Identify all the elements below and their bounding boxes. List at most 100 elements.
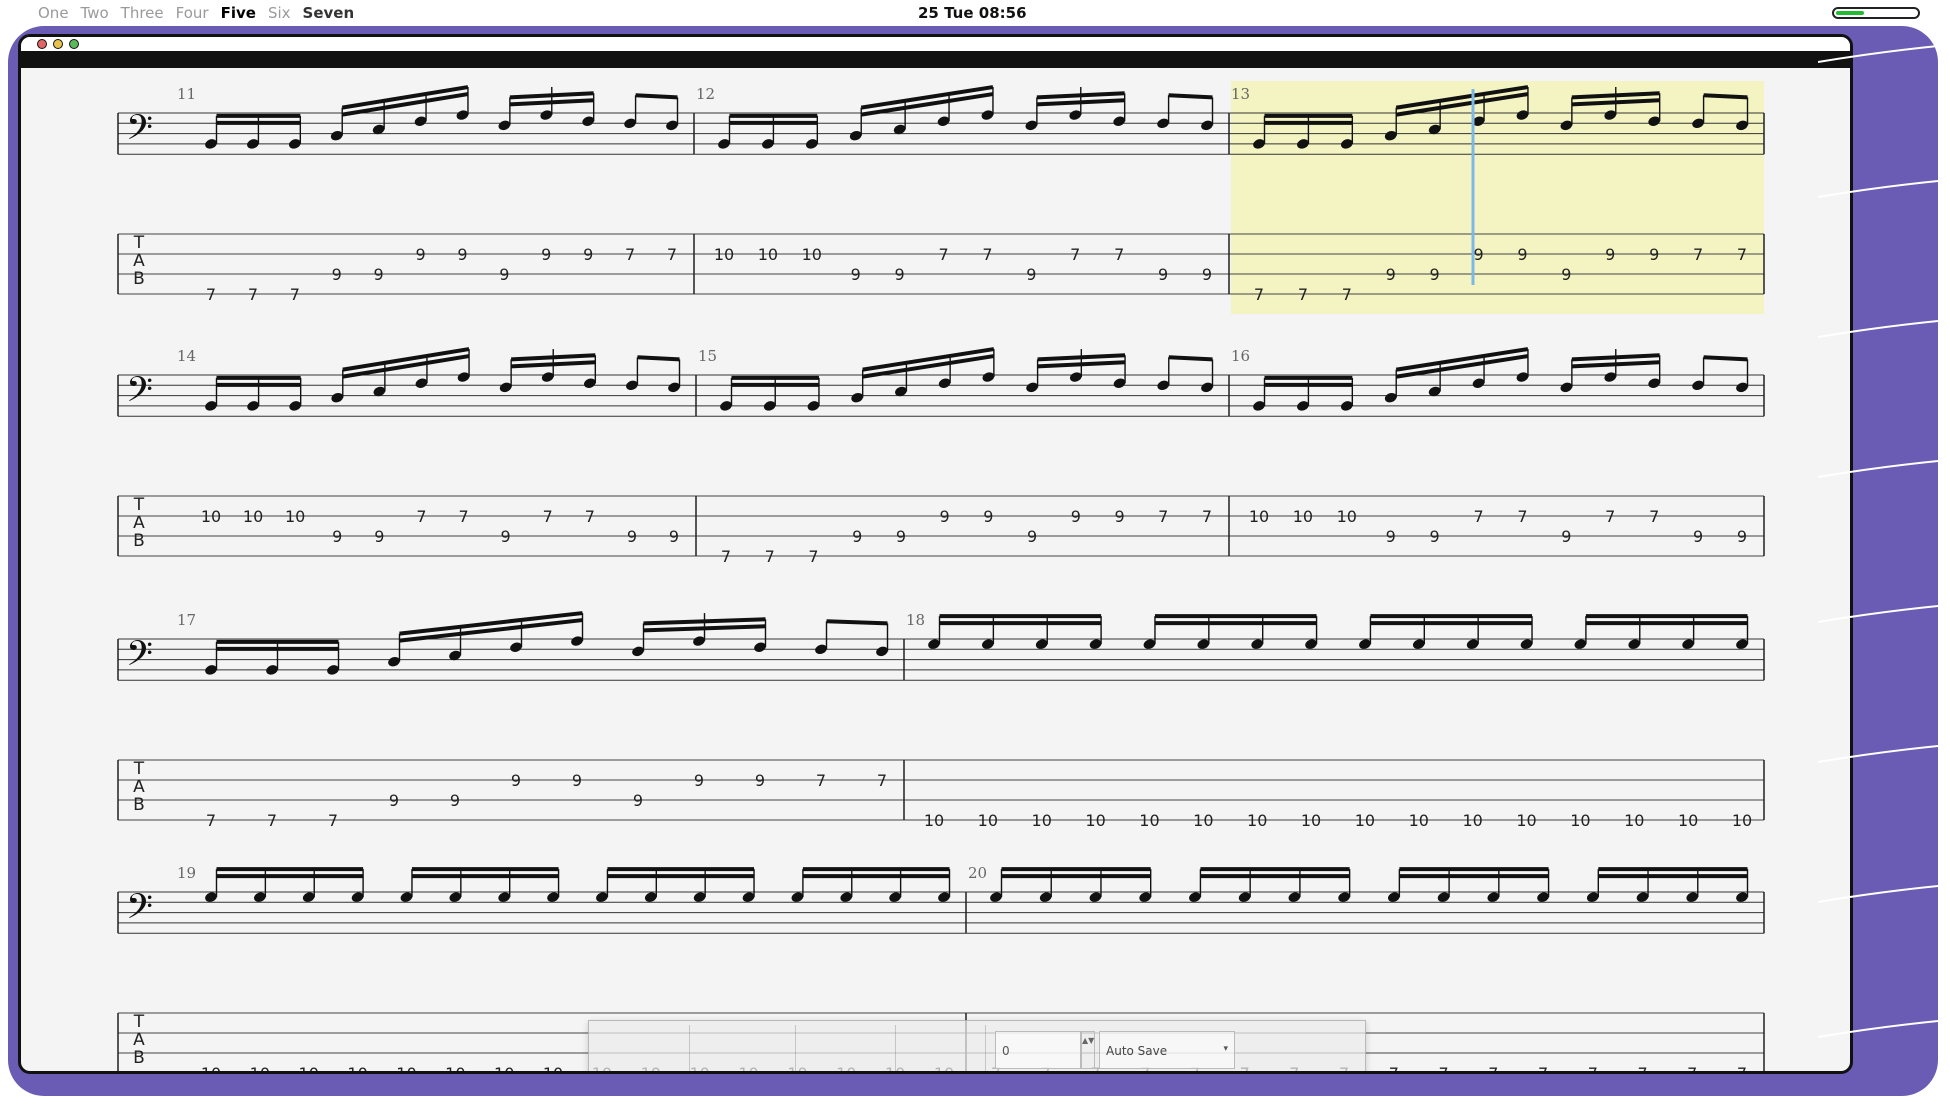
bass-clef-icon: 𝄢 <box>126 107 153 156</box>
tab-label-letter: B <box>133 1048 145 1068</box>
tab-fret-number: 7 <box>1637 1064 1647 1074</box>
beam <box>643 624 766 633</box>
battery-icon <box>1832 7 1920 19</box>
tab-fret-number: 10 <box>1249 507 1269 526</box>
value-input[interactable]: 0 <box>995 1031 1081 1069</box>
tab-fret-number: 7 <box>1538 1064 1548 1074</box>
beam <box>1703 93 1748 100</box>
tab-label-letter: A <box>133 777 145 797</box>
tab-fret-number: 10 <box>1732 811 1752 830</box>
close-button[interactable] <box>37 39 47 49</box>
tab-fret-number: 7 <box>328 811 338 830</box>
workspace-three[interactable]: Three <box>121 4 164 22</box>
tab-fret-number: 9 <box>694 771 704 790</box>
wallpaper-line <box>1818 45 1938 63</box>
save-mode-select[interactable]: Auto Save ▾ <box>1099 1031 1235 1069</box>
tab-fret-number: 9 <box>374 527 384 546</box>
tab-fret-number: 9 <box>541 245 551 264</box>
wallpaper-line <box>1818 320 1938 338</box>
tab-label-letter: A <box>133 251 145 271</box>
wallpaper-line <box>1818 605 1938 623</box>
tab-fret-number: 9 <box>572 771 582 790</box>
tab-fret-number: 7 <box>938 245 948 264</box>
tab-fret-number: 7 <box>765 547 775 566</box>
battery-level <box>1836 11 1864 15</box>
minimize-button[interactable] <box>53 39 63 49</box>
tab-fret-number: 10 <box>714 245 734 264</box>
beam <box>643 617 766 626</box>
bass-clef-icon: 𝄢 <box>126 369 153 418</box>
tab-fret-number: 7 <box>1342 285 1352 304</box>
tab-fret-number: 10 <box>299 1064 319 1074</box>
tab-fret-number: 10 <box>1139 811 1159 830</box>
wallpaper-line <box>1818 460 1938 478</box>
tab-fret-number: 9 <box>332 265 342 284</box>
workspace-six[interactable]: Six <box>268 4 291 22</box>
beam <box>1037 360 1126 369</box>
workspace-four[interactable]: Four <box>176 4 209 22</box>
wallpaper-line <box>1818 180 1938 198</box>
tab-fret-number: 10 <box>1462 811 1482 830</box>
tab-fret-number: 7 <box>1687 1064 1697 1074</box>
workspace-two[interactable]: Two <box>81 4 109 22</box>
workspace-five[interactable]: Five <box>221 4 256 22</box>
tab-fret-number: 9 <box>1158 265 1168 284</box>
tab-label-letter: T <box>133 1012 145 1032</box>
tab-fret-number: 9 <box>1561 265 1571 284</box>
measure-number: 18 <box>906 611 925 629</box>
tab-label-letter: B <box>133 531 145 551</box>
beam <box>509 98 594 107</box>
measure-number: 14 <box>177 347 196 365</box>
tab-fret-number: 10 <box>978 811 998 830</box>
tab-label-letter: A <box>133 1030 145 1050</box>
tab-label-letter: T <box>133 759 145 779</box>
measure-number: 13 <box>1231 85 1250 103</box>
tab-fret-number: 9 <box>457 245 467 264</box>
tab-fret-number: 10 <box>1624 811 1644 830</box>
tab-fret-number: 7 <box>1070 245 1080 264</box>
tab-fret-number: 9 <box>633 791 643 810</box>
tab-fret-number: 10 <box>543 1064 563 1074</box>
toolbar-separator <box>795 1025 796 1071</box>
wallpaper-line <box>1818 1020 1938 1038</box>
tab-label-letter: B <box>133 795 145 815</box>
score-canvas[interactable]: 𝄢TAB117 7 79 99 999 9 7 71210 10 109 97 797 79 9137 7 7… <box>21 37 1853 1074</box>
tab-fret-number: 10 <box>250 1064 270 1074</box>
tab-fret-number: 9 <box>755 771 765 790</box>
tab-fret-number: 7 <box>1202 507 1212 526</box>
beam <box>1168 93 1213 100</box>
tab-fret-number: 10 <box>924 811 944 830</box>
value-spinner[interactable]: ▲▼ <box>1081 1031 1095 1069</box>
chevron-down-icon: ▾ <box>1223 1044 1228 1054</box>
tab-fret-number: 7 <box>667 245 677 264</box>
tab-fret-number: 7 <box>816 771 826 790</box>
desktop-wallpaper-lines <box>1818 45 1938 1038</box>
tab-fret-number: 9 <box>1114 507 1124 526</box>
measure-number: 17 <box>177 611 196 629</box>
beam <box>826 619 888 626</box>
tab-fret-number: 10 <box>1355 811 1375 830</box>
beam <box>511 360 596 369</box>
top-bar: One Two Three Four Five Six Seven 25 Tue 08:56 <box>0 0 1950 26</box>
toolbar-band <box>21 54 1850 68</box>
tab-fret-number: 10 <box>1085 811 1105 830</box>
tab-fret-number: 9 <box>669 527 679 546</box>
tab-fret-number: 9 <box>1605 245 1615 264</box>
tab-fret-number: 10 <box>494 1064 514 1074</box>
tab-fret-number: 9 <box>1737 527 1747 546</box>
tab-fret-number: 10 <box>1301 811 1321 830</box>
clock: 25 Tue 08:56 <box>918 4 1027 22</box>
maximize-button[interactable] <box>69 39 79 49</box>
workspace-one[interactable]: One <box>38 4 69 22</box>
tab-fret-number: 10 <box>201 1064 221 1074</box>
tab-fret-number: 7 <box>1649 507 1659 526</box>
measure-number: 15 <box>698 347 717 365</box>
tab-fret-number: 7 <box>1473 507 1483 526</box>
workspace-seven[interactable]: Seven <box>303 4 355 22</box>
tab-fret-number: 9 <box>583 245 593 264</box>
tab-fret-number: 7 <box>1254 285 1264 304</box>
tab-fret-number: 9 <box>895 265 905 284</box>
tab-fret-number: 7 <box>543 507 553 526</box>
tab-fret-number: 9 <box>1693 527 1703 546</box>
tab-fret-number: 10 <box>1247 811 1267 830</box>
